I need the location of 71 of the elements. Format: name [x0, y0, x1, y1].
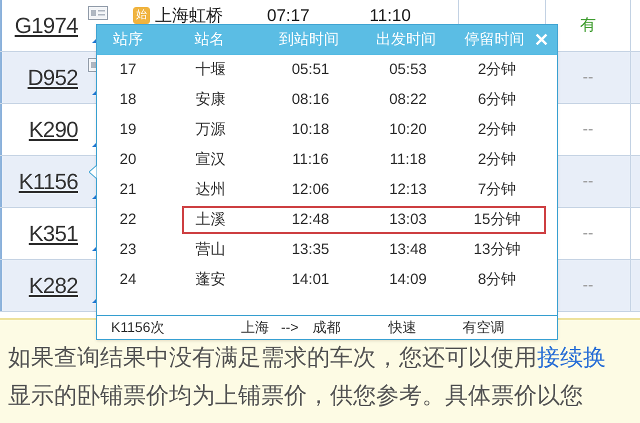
seat-status: --	[582, 120, 594, 140]
table-cell: 2分钟	[478, 150, 516, 168]
departure-time: 07:17	[267, 5, 310, 27]
table-cell: 24	[120, 270, 136, 288]
seat-status: --	[582, 172, 594, 192]
table-cell: 土溪	[196, 210, 226, 228]
train-number-link[interactable]: K282	[28, 269, 78, 302]
seat-status: --	[582, 224, 594, 244]
column-header: 到站时间	[279, 30, 340, 48]
table-cell: 23	[120, 240, 136, 258]
column-header: 站序	[112, 30, 143, 48]
train-number-link[interactable]: K290	[28, 113, 78, 146]
table-cell: 13:03	[389, 210, 427, 228]
table-cell: 十堰	[196, 60, 226, 78]
table-cell: 10:18	[292, 120, 330, 138]
train-number-link[interactable]: K1156	[18, 165, 78, 198]
table-cell: 08:22	[389, 90, 427, 108]
table-cell: 10:20	[389, 120, 427, 138]
table-cell: 14:01	[292, 270, 330, 288]
table-cell: 营山	[196, 240, 226, 258]
transfer-link[interactable]: 接续换	[537, 344, 606, 370]
table-cell: 18	[120, 90, 136, 108]
table-cell: 14:09	[389, 270, 427, 288]
train-type: 快速	[388, 318, 416, 337]
train-number-link[interactable]: K351	[28, 217, 78, 250]
to-station: 成都	[312, 318, 340, 337]
table-cell: 11:18	[390, 150, 426, 168]
column-header: 停留时间	[464, 30, 524, 48]
table-cell: 12:48	[292, 210, 330, 228]
table-cell: 宣汉	[196, 150, 226, 168]
table-cell: 达州	[196, 180, 226, 198]
table-cell: 05:53	[389, 60, 427, 78]
notice-text: 显示的卧铺票价均为上铺票价，供您参考。具体票价以您	[8, 381, 584, 410]
table-cell: 2分钟	[478, 60, 516, 78]
arrival-time: 11:10	[370, 5, 411, 27]
aircon-label: 有空调	[462, 318, 504, 337]
column-header: 站名	[194, 30, 225, 48]
table-cell: 蓬安	[196, 270, 226, 288]
table-cell: 8分钟	[478, 270, 516, 288]
table-cell: 19	[120, 120, 136, 138]
table-cell: 13:35	[292, 240, 330, 258]
table-cell: 7分钟	[478, 180, 516, 198]
seat-status: --	[582, 68, 594, 88]
table-cell: 2分钟	[478, 120, 516, 138]
route-arrow: -->	[281, 318, 298, 337]
table-cell: 08:16	[292, 90, 330, 108]
table-cell: 12:06	[292, 180, 330, 198]
table-cell: 6分钟	[478, 90, 516, 108]
train-number-link[interactable]: D952	[28, 61, 78, 94]
seat-status: --	[582, 276, 594, 296]
table-cell: 17	[120, 60, 136, 78]
table-cell: 安康	[196, 90, 226, 108]
train-number-link[interactable]: G1974	[14, 9, 78, 42]
from-station: 上海	[241, 318, 269, 337]
table-cell: 20	[120, 150, 136, 168]
table-cell: 15分钟	[474, 210, 520, 228]
seat-status: 有	[580, 16, 596, 36]
notice-text: 如果查询结果中没有满足需求的车次，您还可以使用接续换	[8, 343, 607, 372]
table-cell: 22	[120, 210, 136, 228]
column-header: 出发时间	[376, 30, 436, 48]
table-cell: 21	[120, 180, 136, 198]
station-name: 上海虹桥	[155, 5, 223, 27]
card-icon[interactable]	[88, 6, 108, 20]
table-cell: 11:16	[292, 150, 329, 168]
table-cell: 05:51	[292, 60, 330, 78]
table-cell: 13:48	[389, 240, 427, 258]
table-cell: 万源	[196, 120, 226, 138]
table-cell: 13分钟	[474, 240, 520, 258]
table-cell: 12:13	[389, 180, 427, 198]
train-label: K1156次	[111, 318, 166, 337]
origin-badge: 始	[133, 7, 150, 24]
